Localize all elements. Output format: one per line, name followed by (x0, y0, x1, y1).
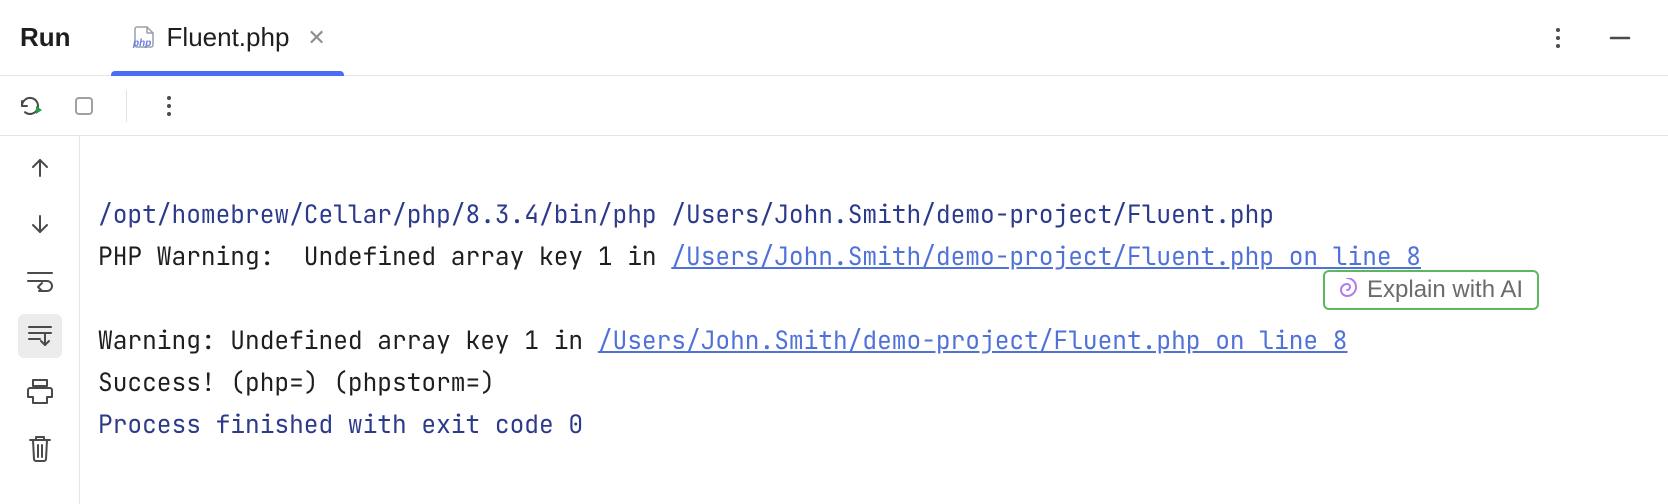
command-line: /opt/homebrew/Cellar/php/8.3.4/bin/php /… (98, 199, 1274, 231)
php-file-icon: php (129, 26, 157, 50)
tab-label: Fluent.php (167, 22, 290, 53)
minimize-icon[interactable] (1602, 20, 1638, 56)
more-options-icon[interactable] (1540, 20, 1576, 56)
explain-with-ai-button[interactable]: Explain with AI (1323, 270, 1539, 310)
soft-wrap-icon[interactable] (18, 258, 62, 302)
warning-line: Warning: Undefined array key 1 in /Users… (98, 325, 1348, 357)
ai-badge-label: Explain with AI (1367, 278, 1523, 302)
console-output[interactable]: /opt/homebrew/Cellar/php/8.3.4/bin/php /… (80, 136, 1668, 504)
warning-source-link-1[interactable]: /Users/John.Smith/demo-project/Fluent.ph… (671, 241, 1421, 273)
down-stack-icon[interactable] (18, 202, 62, 246)
stop-button[interactable] (66, 88, 102, 124)
svg-text:php: php (132, 38, 151, 49)
close-tab-icon[interactable]: ✕ (307, 25, 325, 51)
tab-fluent-php[interactable]: php Fluent.php ✕ (111, 0, 344, 75)
run-toolbar (0, 76, 1668, 136)
rerun-button[interactable] (12, 88, 48, 124)
header-right-actions (1540, 20, 1658, 56)
run-gutter (0, 136, 80, 504)
php-warning-line: PHP Warning: Undefined array key 1 in /U… (98, 241, 1421, 273)
print-icon[interactable] (18, 370, 62, 414)
up-stack-icon[interactable] (18, 146, 62, 190)
toolbar-more-icon[interactable] (151, 88, 187, 124)
trash-icon[interactable] (18, 426, 62, 470)
run-panel-title: Run (20, 22, 71, 53)
warning-source-link-2[interactable]: /Users/John.Smith/demo-project/Fluent.ph… (598, 325, 1348, 357)
ai-spiral-icon (1335, 278, 1359, 302)
toolbar-separator (126, 90, 127, 122)
exit-code-line: Process finished with exit code 0 (98, 409, 583, 441)
success-line: Success! (php=) (phpstorm=) (98, 367, 495, 399)
run-panel-header: Run php Fluent.php ✕ (0, 0, 1668, 76)
scroll-to-end-icon[interactable] (18, 314, 62, 358)
